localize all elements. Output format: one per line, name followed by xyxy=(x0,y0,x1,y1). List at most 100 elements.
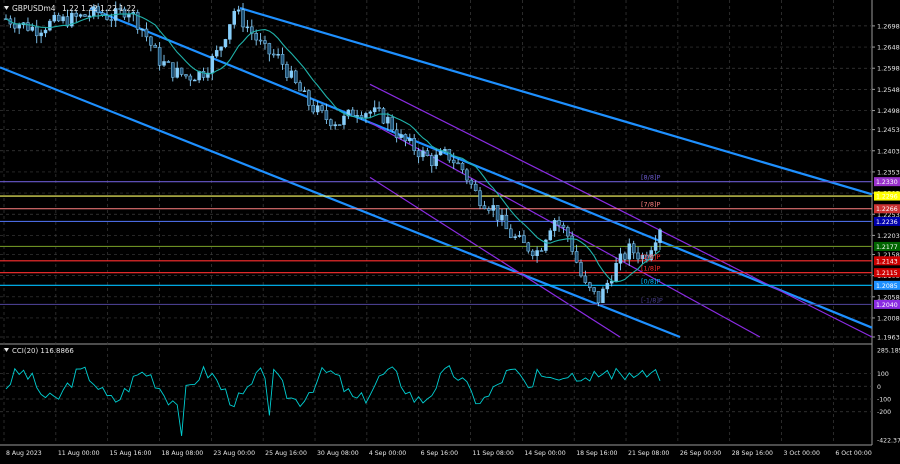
candle-body xyxy=(144,28,149,38)
price-tag-label: 1.2330 xyxy=(876,179,898,186)
price-tick-label: 1.2648 xyxy=(877,44,900,52)
candle-body xyxy=(236,9,241,12)
candle-body xyxy=(544,239,548,251)
time-tick-label: 6 Oct 00:00 xyxy=(835,450,871,457)
cci-title: CCI(20) 116.8866 xyxy=(12,347,74,355)
candle-body xyxy=(109,19,114,21)
candle-body xyxy=(627,243,632,260)
price-tick-label: 1.2598 xyxy=(877,65,900,73)
cci-axis: 285.185 100 0 -100 -200 -422.374 xyxy=(877,348,900,445)
price-tag-label: 1.2177 xyxy=(876,244,898,251)
candle-body xyxy=(223,39,228,48)
candle-body xyxy=(596,291,601,304)
symbol-title: GBPUSDm4 1.22 1.22 1.22 1.22 xyxy=(12,4,136,13)
candle-body xyxy=(460,162,465,171)
candle-body xyxy=(623,253,627,260)
time-tick-label: 18 Sep 16:00 xyxy=(576,450,617,457)
candle-body xyxy=(157,47,162,66)
candle-body xyxy=(153,44,157,48)
candle-body xyxy=(78,14,83,17)
price-tick-label: 1.2453 xyxy=(877,126,900,134)
candle-body xyxy=(509,228,513,238)
candle-body xyxy=(653,242,658,251)
level-label: [8/8]P xyxy=(641,174,661,182)
candle-body xyxy=(513,236,517,238)
candle-body xyxy=(548,230,553,241)
candle-body xyxy=(416,150,421,158)
time-tick-label: 4 Sep 00:00 xyxy=(369,450,406,457)
candle-body xyxy=(482,205,487,209)
candle-body xyxy=(561,224,566,228)
candle-body xyxy=(636,252,640,260)
ohlc-label: 1.22 1.22 1.22 1.22 xyxy=(62,4,136,13)
candle-body xyxy=(504,214,509,230)
price-tick-label: 1.2548 xyxy=(877,86,900,94)
price-tag-label: 1.2296 xyxy=(876,194,898,201)
symbol-label: GBPUSDm4 xyxy=(12,4,56,13)
candle-body xyxy=(285,64,289,78)
candle-body xyxy=(254,33,258,41)
candle-body xyxy=(368,111,373,114)
candle-body xyxy=(614,263,618,282)
price-tick-label: 1.2403 xyxy=(877,147,900,155)
price-tag-label: 1.2236 xyxy=(876,219,898,226)
price-tag-label: 1.2266 xyxy=(876,206,898,213)
candle-body xyxy=(473,183,478,192)
candle-body xyxy=(522,235,526,244)
time-tick-label: 3 Oct 00:00 xyxy=(784,450,820,457)
time-tick-label: 30 Aug 08:00 xyxy=(317,450,359,457)
candle-body xyxy=(87,15,92,18)
candle-body xyxy=(271,53,276,56)
candle-body xyxy=(408,138,412,142)
candle-body xyxy=(618,253,623,264)
candle-body xyxy=(289,70,294,78)
candle-body xyxy=(245,26,250,29)
price-tag-label: 1.2143 xyxy=(876,258,898,265)
candle-body xyxy=(276,54,280,56)
candle-body xyxy=(478,190,482,206)
candle-body xyxy=(605,282,610,290)
candle-body xyxy=(320,105,324,111)
candle-body xyxy=(293,70,298,83)
candle-body xyxy=(267,43,272,55)
candle-body xyxy=(188,75,193,81)
candle-body xyxy=(530,250,535,256)
candle-body xyxy=(399,134,403,138)
candle-body xyxy=(302,90,307,92)
candle-body xyxy=(592,287,596,292)
price-tag-label: 1.2115 xyxy=(876,270,898,277)
candle-body xyxy=(127,13,131,18)
candle-body xyxy=(403,134,408,142)
candle-body xyxy=(258,39,263,42)
cci-tick-label: -422.374 xyxy=(877,438,900,445)
candle-body xyxy=(61,16,65,22)
candle-body xyxy=(386,116,390,124)
candle-body xyxy=(171,62,175,78)
time-axis: 8 Aug 2023 11 Aug 00:00 15 Aug 16:00 18 Aug… xyxy=(6,450,872,457)
price-pane xyxy=(0,0,872,343)
candle-body xyxy=(179,67,184,75)
candle-body xyxy=(381,108,386,124)
candle-body xyxy=(241,9,245,28)
cci-tick-label: -200 xyxy=(877,409,891,416)
candle-body xyxy=(83,14,87,17)
candle-body xyxy=(351,109,355,117)
candle-body xyxy=(517,235,522,237)
candle-body xyxy=(421,150,425,158)
time-tick-label: 21 Sep 08:00 xyxy=(628,450,669,457)
price-tick-label: 1.2353 xyxy=(877,168,900,176)
candle-body xyxy=(214,50,219,57)
candle-body xyxy=(394,129,399,138)
candle-body xyxy=(487,208,491,211)
level-label: [7/8]P xyxy=(641,201,661,209)
candle-body xyxy=(372,107,377,113)
level-label: [-1/8]P xyxy=(641,296,663,304)
candle-body xyxy=(232,11,236,25)
time-tick-label: 28 Sep 16:00 xyxy=(732,450,773,457)
price-tick-label: 1.2008 xyxy=(877,314,900,322)
candle-body xyxy=(307,90,311,106)
candle-body xyxy=(210,55,215,74)
time-tick-label: 11 Aug 00:00 xyxy=(58,450,100,457)
candle-body xyxy=(48,20,52,31)
candle-body xyxy=(456,162,460,165)
